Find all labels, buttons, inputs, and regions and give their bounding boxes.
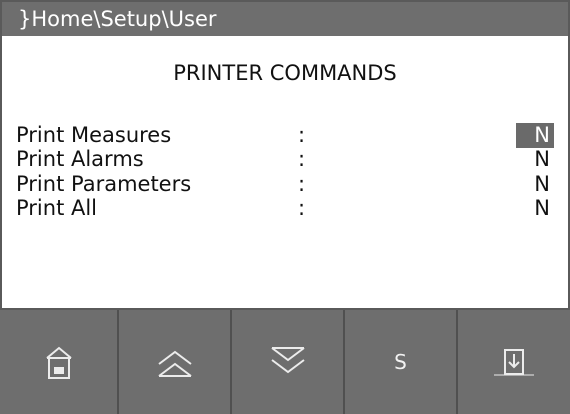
s-button-label: S xyxy=(394,350,407,374)
scroll-up-button[interactable] xyxy=(119,310,230,414)
s-button[interactable]: S xyxy=(345,310,456,414)
setting-value-print-measures[interactable]: N xyxy=(516,123,554,148)
setting-separator: : xyxy=(298,196,306,220)
setting-label: Print Measures xyxy=(16,123,172,147)
setting-label: Print Alarms xyxy=(16,147,144,171)
content-panel: PRINTER COMMANDS Print Measures : N Prin… xyxy=(2,36,568,308)
setting-label: Print All xyxy=(16,196,98,220)
setting-value-print-alarms[interactable]: N xyxy=(516,147,554,172)
setting-value-print-all[interactable]: N xyxy=(516,196,554,221)
setting-label: Print Parameters xyxy=(16,172,192,196)
home-icon xyxy=(45,346,72,379)
hmi-screen: }Home\Setup\User PRINTER COMMANDS Print … xyxy=(0,0,570,414)
exit-button[interactable] xyxy=(458,310,570,414)
setting-separator: : xyxy=(298,147,306,171)
setting-row-print-measures[interactable]: Print Measures : N xyxy=(2,123,568,148)
exit-icon xyxy=(494,349,534,376)
home-button[interactable] xyxy=(0,310,117,414)
page-title: PRINTER COMMANDS xyxy=(173,61,397,85)
function-toolbar: S xyxy=(0,310,570,414)
setting-separator: : xyxy=(298,123,306,147)
setting-row-print-alarms[interactable]: Print Alarms : N xyxy=(2,147,568,172)
breadcrumb: }Home\Setup\User xyxy=(2,2,568,36)
chevron-up-icon xyxy=(157,350,192,377)
setting-separator: : xyxy=(298,172,306,196)
setting-value-print-parameters[interactable]: N xyxy=(516,172,554,197)
chevron-down-icon xyxy=(270,347,305,374)
setting-row-print-all[interactable]: Print All : N xyxy=(2,196,568,221)
setting-row-print-parameters[interactable]: Print Parameters : N xyxy=(2,172,568,197)
scroll-down-button[interactable] xyxy=(232,310,343,414)
